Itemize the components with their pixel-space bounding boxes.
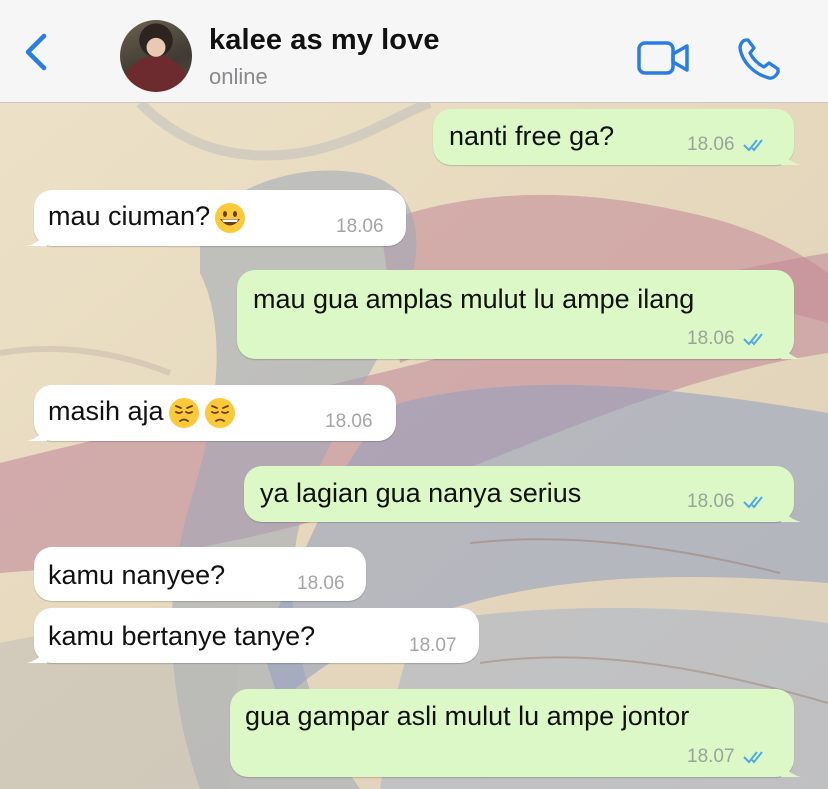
message-text: gua gampar asli mulut lu ampe jontor — [245, 701, 690, 731]
phone-icon — [738, 38, 780, 80]
message-bubble-outgoing[interactable]: nanti free ga? 18.06 — [433, 109, 801, 165]
message-bubble-incoming[interactable]: mau ciuman? 18.06 — [27, 190, 406, 246]
message-meta: 18.06 — [687, 491, 769, 513]
chat-header: kalee as my love online — [0, 0, 828, 103]
message-bubble-incoming[interactable]: kamu bertanye tanye? 18.07 — [27, 608, 479, 663]
pensive-face-icon — [168, 397, 199, 428]
message-bubble-outgoing[interactable]: mau gua amplas mulut lu ampe ilang 18.06 — [237, 270, 801, 359]
message-bubble-incoming[interactable]: kamu nanyee? 18.06 — [34, 547, 366, 601]
message-text: ya lagian gua nanya serius — [260, 478, 582, 508]
video-call-button[interactable] — [636, 38, 692, 78]
bubble-tail — [781, 339, 801, 359]
bubble-tail — [27, 226, 47, 246]
message-text: kamu bertanye tanye? — [48, 621, 316, 651]
message-text: masih aja — [48, 396, 236, 429]
message-text: nanti free ga? — [449, 121, 615, 151]
message-text-content: mau ciuman? — [48, 201, 211, 231]
message-text-content: masih aja — [48, 396, 164, 426]
message-time: 18.06 — [687, 328, 735, 349]
read-receipt-icon — [742, 751, 763, 764]
message-time: 18.07 — [409, 635, 457, 656]
message-text: mau ciuman? — [48, 201, 246, 234]
bubble-tail — [781, 145, 801, 165]
message-meta: 18.06 — [687, 328, 769, 350]
chevron-left-icon — [25, 33, 47, 71]
message-time: 18.06 — [687, 134, 735, 155]
back-button[interactable] — [18, 30, 58, 74]
bubble-tail — [781, 502, 801, 522]
message-text: kamu nanyee? — [48, 560, 226, 590]
message-time: 18.06 — [297, 573, 345, 594]
pensive-face-icon — [204, 397, 235, 428]
bubble-tail — [781, 757, 801, 777]
read-receipt-icon — [742, 139, 763, 152]
voice-call-button[interactable] — [736, 36, 782, 82]
message-meta: 18.06 — [687, 134, 769, 156]
message-meta: 18.07 — [687, 746, 769, 768]
grinning-face-icon — [215, 202, 246, 233]
contact-name[interactable]: kalee as my love — [209, 24, 440, 57]
chat-screen: kalee as my love online nanti free ga? 1… — [0, 0, 828, 789]
read-receipt-icon — [742, 496, 763, 509]
read-receipt-icon — [742, 333, 763, 346]
bubble-tail — [27, 643, 47, 663]
message-text: mau gua amplas mulut lu ampe ilang — [253, 284, 695, 314]
message-time: 18.06 — [336, 216, 384, 237]
message-time: 18.07 — [687, 746, 735, 767]
contact-avatar[interactable] — [120, 20, 192, 92]
video-camera-icon — [637, 41, 689, 75]
message-bubble-outgoing[interactable]: ya lagian gua nanya serius 18.06 — [244, 466, 801, 522]
bubble-tail — [27, 421, 47, 441]
message-bubble-outgoing[interactable]: gua gampar asli mulut lu ampe jontor 18.… — [230, 689, 801, 777]
contact-status: online — [209, 64, 268, 89]
message-time: 18.06 — [687, 491, 735, 512]
message-bubble-incoming[interactable]: masih aja 18.06 — [27, 385, 396, 441]
message-time: 18.06 — [325, 411, 373, 432]
